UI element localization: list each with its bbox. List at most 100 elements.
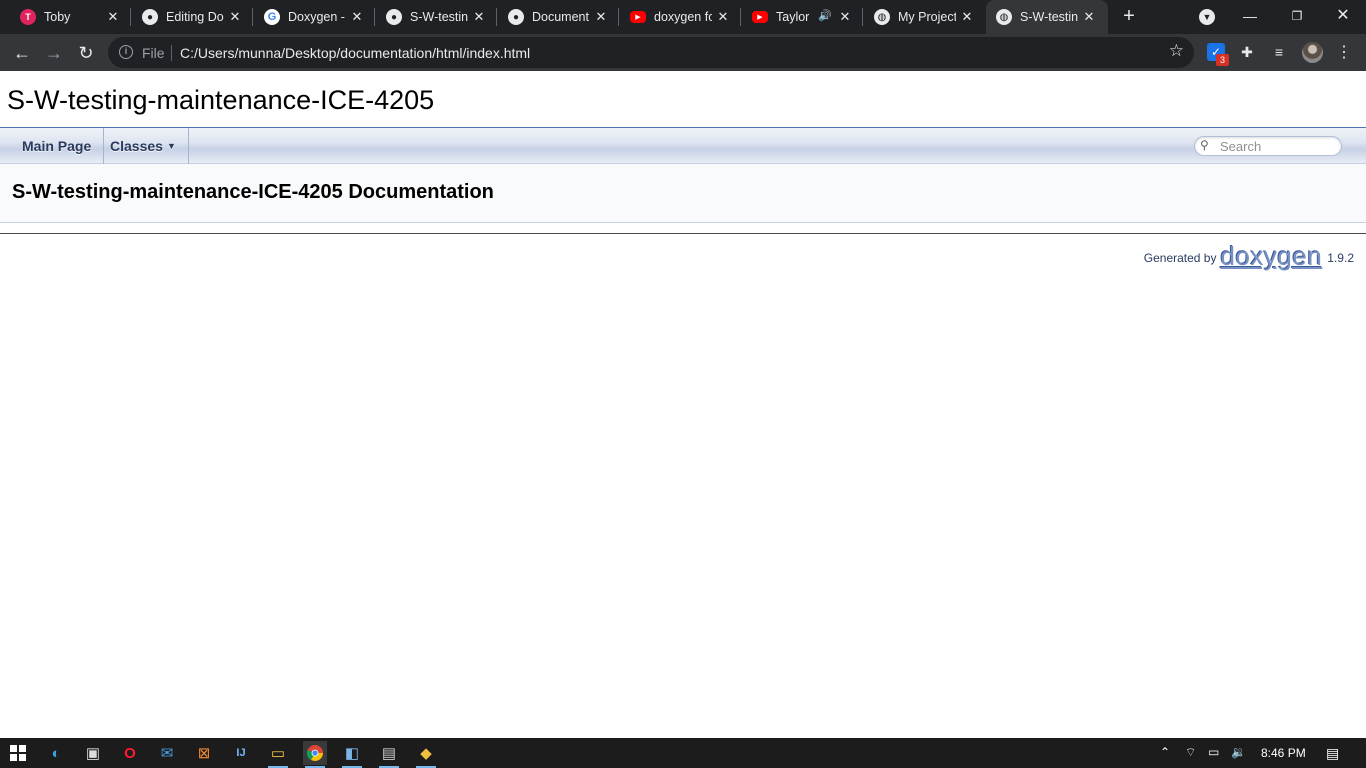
address-bar[interactable]: i File C:/Users/munna/Desktop/documentat… bbox=[108, 37, 1194, 68]
close-icon[interactable]: ✕ bbox=[958, 8, 976, 26]
tab-title: Editing Do bbox=[166, 10, 224, 24]
battery-icon[interactable]: ▭ bbox=[1208, 745, 1219, 759]
github-icon: ● bbox=[386, 9, 402, 25]
tab-taylor[interactable]: ▶ Taylor 🔊 ✕ bbox=[752, 4, 854, 30]
reload-icon[interactable]: ↻ bbox=[75, 42, 97, 64]
media-control-icon[interactable]: ≡ bbox=[1270, 43, 1288, 61]
speaker-icon[interactable]: 🔊 bbox=[818, 9, 832, 22]
wifi-icon[interactable]: ⌔ bbox=[1185, 745, 1196, 760]
doxygen-page: S-W-testing-maintenance-ICE-4205 Main Pa… bbox=[0, 71, 1366, 738]
close-icon[interactable]: ✕ bbox=[348, 8, 366, 26]
mail-icon[interactable]: ✉ bbox=[155, 741, 179, 765]
close-icon[interactable]: ✕ bbox=[226, 8, 244, 26]
windows-taskbar: ◐ ▣ O ✉ ⊠ IJ ▭ ◧ ▤ ◆ ⌃ ⌔ ▭ 🔉 8:46 PM ▤ bbox=[0, 738, 1366, 768]
doc-search-box[interactable]: ⚲ bbox=[1194, 136, 1342, 156]
terminal-icon[interactable]: ▤ bbox=[377, 741, 401, 768]
extension-badge: 3 bbox=[1216, 54, 1229, 66]
tab-editing[interactable]: ● Editing Do ✕ bbox=[142, 4, 244, 30]
windows-start-icon[interactable] bbox=[6, 741, 30, 765]
google-icon: G bbox=[264, 9, 280, 25]
restore-icon[interactable]: ❐ bbox=[1287, 6, 1307, 26]
tab-title: Doxygen - bbox=[288, 10, 345, 24]
tab-strip: T Toby ✕ ● Editing Do ✕ G Doxygen - ✕ ● … bbox=[0, 0, 1366, 34]
search-input[interactable] bbox=[1220, 138, 1330, 154]
tab-title: S-W-testin bbox=[410, 10, 468, 24]
close-icon[interactable]: ✕ bbox=[1080, 8, 1098, 26]
page-title: S-W-testing-maintenance-ICE-4205 Documen… bbox=[12, 181, 494, 203]
system-clock[interactable]: 8:46 PM bbox=[1261, 746, 1306, 760]
doc-footer: Generated by doxygen 1.9.2 bbox=[1144, 243, 1354, 269]
toby-icon: T bbox=[20, 9, 36, 25]
bookmark-star-icon[interactable]: ☆ bbox=[1169, 41, 1184, 61]
doxygen-version: 1.9.2 bbox=[1327, 251, 1354, 265]
tab-title: doxygen fo bbox=[654, 10, 712, 24]
xampp-icon[interactable]: ⊠ bbox=[192, 741, 216, 765]
chrome-menu-icon[interactable]: ⋮ bbox=[1336, 42, 1352, 64]
tab-sw-testing-github[interactable]: ● S-W-testin ✕ bbox=[386, 4, 488, 30]
file-explorer-icon[interactable]: ▭ bbox=[266, 741, 290, 768]
tab-title: S-W-testin bbox=[1020, 10, 1078, 24]
tab-sw-testing-active[interactable]: ◍ S-W-testin ✕ bbox=[996, 4, 1098, 30]
tab-title: Toby bbox=[44, 10, 71, 24]
nav-classes-label: Classes bbox=[110, 138, 163, 154]
scheme-label: File bbox=[142, 45, 165, 61]
minimize-icon[interactable]: — bbox=[1240, 6, 1260, 26]
control-panel-icon[interactable]: ◧ bbox=[340, 741, 364, 768]
tab-title: Taylor bbox=[776, 10, 810, 24]
globe-icon: ◍ bbox=[996, 9, 1012, 25]
tab-separator bbox=[862, 8, 863, 26]
tab-toby[interactable]: T Toby ✕ bbox=[20, 4, 122, 30]
back-icon[interactable]: ← bbox=[11, 42, 33, 64]
close-icon[interactable]: ✕ bbox=[470, 8, 488, 26]
browser-toolbar: ← → ↻ i File C:/Users/munna/Desktop/docu… bbox=[0, 34, 1366, 71]
tab-separator bbox=[374, 8, 375, 26]
extensions-puzzle-icon[interactable]: ✚ bbox=[1238, 43, 1256, 61]
tab-doxygen-youtube[interactable]: ▶ doxygen fo ✕ bbox=[630, 4, 732, 30]
globe-icon: ◍ bbox=[874, 9, 890, 25]
tab-separator bbox=[618, 8, 619, 26]
close-icon[interactable]: ✕ bbox=[592, 8, 610, 26]
edge-icon[interactable]: ◐ bbox=[44, 741, 68, 765]
generated-by-label: Generated by bbox=[1143, 251, 1217, 265]
volume-icon[interactable]: 🔉 bbox=[1231, 745, 1246, 759]
footer-divider bbox=[0, 233, 1366, 234]
nav-main-page[interactable]: Main Page bbox=[10, 128, 105, 164]
url-text[interactable]: C:/Users/munna/Desktop/documentation/htm… bbox=[180, 45, 530, 61]
address-separator bbox=[171, 45, 172, 61]
store-icon[interactable]: ▣ bbox=[81, 741, 105, 765]
youtube-icon: ▶ bbox=[630, 11, 646, 23]
close-icon[interactable]: ✕ bbox=[714, 8, 732, 26]
tab-separator bbox=[740, 8, 741, 26]
notification-center-icon[interactable]: ▤ bbox=[1326, 745, 1339, 762]
tab-separator bbox=[252, 8, 253, 26]
nav-main-page-label: Main Page bbox=[22, 138, 92, 154]
chevron-down-icon: ▼ bbox=[166, 141, 176, 151]
tab-separator bbox=[130, 8, 131, 26]
tab-title: Document bbox=[532, 10, 589, 24]
forward-icon[interactable]: → bbox=[43, 42, 65, 64]
search-icon[interactable]: ⚲ bbox=[1200, 138, 1209, 152]
tab-separator bbox=[496, 8, 497, 26]
new-tab-button[interactable]: + bbox=[1119, 6, 1139, 26]
git-icon[interactable]: ◆ bbox=[414, 741, 438, 768]
github-icon: ● bbox=[508, 9, 524, 25]
window-close-icon[interactable]: ✕ bbox=[1333, 6, 1353, 26]
doxygen-logo-link[interactable]: doxygen bbox=[1220, 243, 1322, 269]
info-icon[interactable]: i bbox=[119, 45, 133, 59]
opera-icon[interactable]: O bbox=[118, 741, 142, 765]
close-icon[interactable]: ✕ bbox=[104, 8, 122, 26]
doc-header: S-W-testing-maintenance-ICE-4205 Documen… bbox=[0, 164, 1366, 223]
close-icon[interactable]: ✕ bbox=[836, 8, 854, 26]
chrome-taskbar-icon[interactable] bbox=[303, 741, 327, 768]
doxygen-navbar: Main Page Classes ▼ ⚲ bbox=[0, 128, 1366, 164]
profile-avatar[interactable] bbox=[1302, 42, 1323, 63]
tab-search-icon[interactable]: ▼ bbox=[1199, 9, 1215, 25]
intellij-icon[interactable]: IJ bbox=[229, 741, 253, 765]
tab-my-project[interactable]: ◍ My Project ✕ bbox=[874, 4, 976, 30]
tray-chevron-icon[interactable]: ⌃ bbox=[1160, 745, 1170, 759]
tab-documentation[interactable]: ● Document ✕ bbox=[508, 4, 610, 30]
tab-doxygen-google[interactable]: G Doxygen - ✕ bbox=[264, 4, 366, 30]
nav-classes[interactable]: Classes ▼ bbox=[98, 128, 189, 164]
tab-title: My Project bbox=[898, 10, 956, 24]
github-icon: ● bbox=[142, 9, 158, 25]
